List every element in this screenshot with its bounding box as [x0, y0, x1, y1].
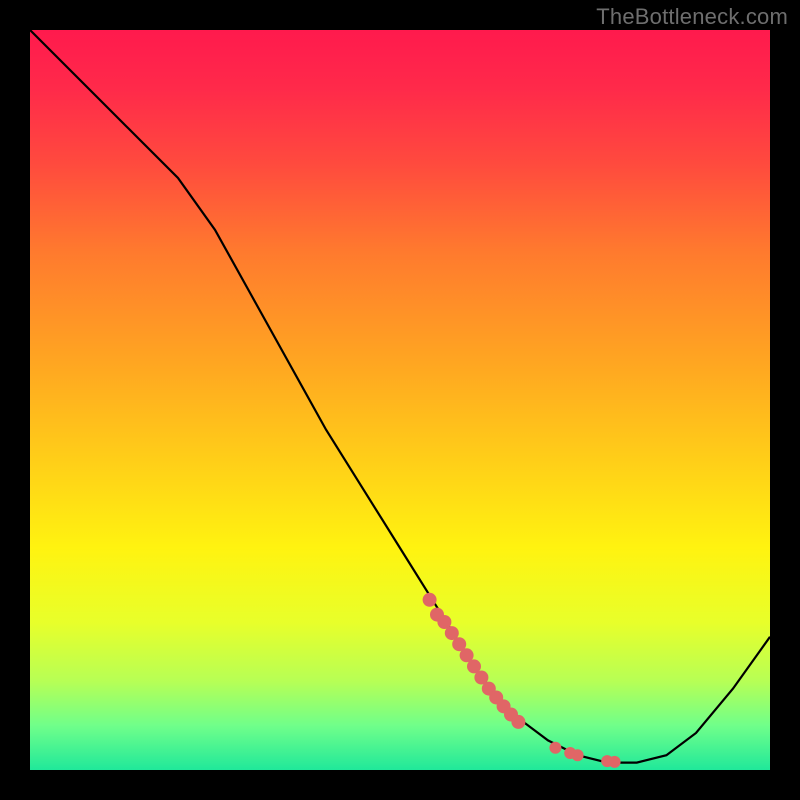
plot-svg: [30, 30, 770, 770]
highlight-dot: [423, 593, 437, 607]
plot-area: [30, 30, 770, 770]
highlight-dot: [511, 715, 525, 729]
highlight-dot: [609, 756, 621, 768]
chart-frame: TheBottleneck.com: [0, 0, 800, 800]
highlight-dot: [572, 749, 584, 761]
watermark-text: TheBottleneck.com: [596, 4, 788, 30]
highlight-dot: [549, 742, 561, 754]
